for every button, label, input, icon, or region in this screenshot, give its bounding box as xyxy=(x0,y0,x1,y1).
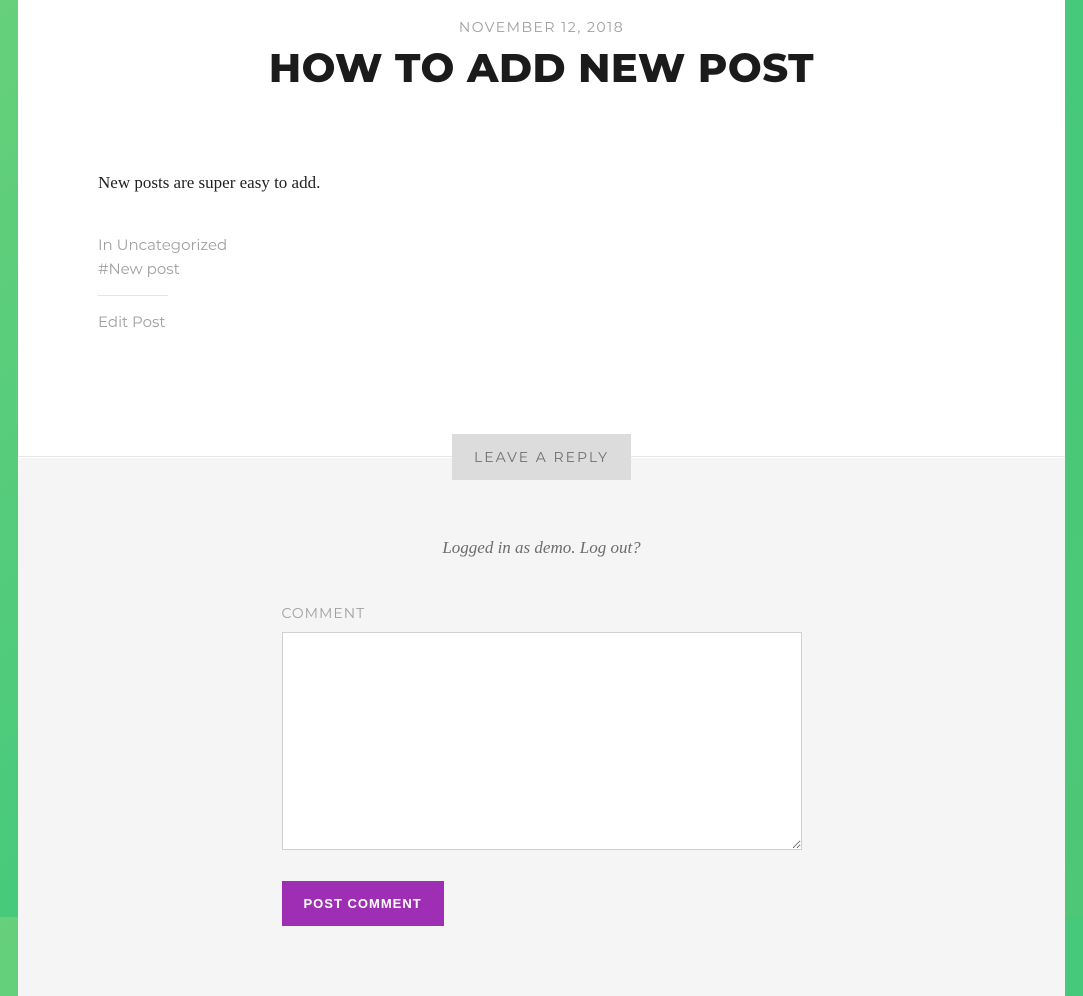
meta-separator xyxy=(98,295,168,296)
post-date: NOVEMBER 12, 2018 xyxy=(18,0,1065,36)
in-prefix: In xyxy=(98,235,117,254)
post-comment-button[interactable]: POST COMMENT xyxy=(282,881,444,926)
reply-form-area: Logged in as demo. Log out? COMMENT POST… xyxy=(18,458,1065,996)
edit-post-link[interactable]: Edit Post xyxy=(98,310,985,334)
logged-in-line: Logged in as demo. Log out? xyxy=(18,538,1065,558)
category-link[interactable]: Uncategorized xyxy=(117,235,228,254)
logged-in-period: . xyxy=(571,538,580,557)
reply-heading: LEAVE A REPLY xyxy=(452,434,631,480)
comment-form: COMMENT POST COMMENT xyxy=(282,604,802,926)
post-tag-line[interactable]: #New post xyxy=(98,257,985,281)
comment-label: COMMENT xyxy=(282,604,802,622)
username-link[interactable]: demo xyxy=(534,538,571,557)
post-meta: In Uncategorized #New post Edit Post xyxy=(18,193,1065,354)
comment-textarea[interactable] xyxy=(282,632,802,850)
post-category-line[interactable]: In Uncategorized xyxy=(98,233,985,257)
post-title: HOW TO ADD NEW POST xyxy=(18,44,1065,93)
reply-section: LEAVE A REPLY Logged in as demo. Log out… xyxy=(18,434,1065,996)
tag-link[interactable]: New post xyxy=(108,259,179,278)
post-body: New posts are super easy to add. xyxy=(18,93,1065,193)
logged-in-prefix: Logged in as xyxy=(442,538,534,557)
hash-prefix: # xyxy=(98,259,108,278)
page-container: NOVEMBER 12, 2018 HOW TO ADD NEW POST Ne… xyxy=(18,0,1065,996)
logout-link[interactable]: Log out? xyxy=(580,538,641,557)
